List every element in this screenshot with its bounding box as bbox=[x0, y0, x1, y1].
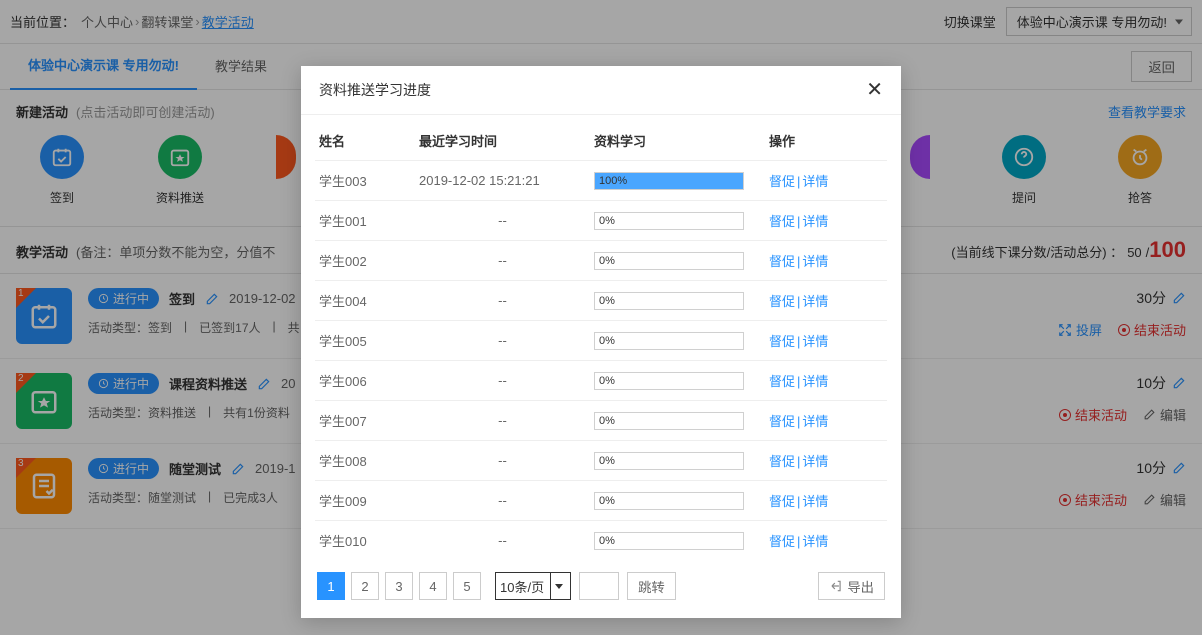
modal-body: 姓名 最近学习时间 资料学习 操作 学生0032019-12-02 15:21:… bbox=[301, 115, 901, 618]
urge-link[interactable]: 督促 bbox=[769, 494, 795, 509]
cell-progress: 0% bbox=[590, 401, 765, 441]
chevron-down-icon bbox=[550, 573, 566, 599]
progress-table: 姓名 最近学习时间 资料学习 操作 学生0032019-12-02 15:21:… bbox=[315, 121, 887, 560]
cell-ops: 督促|详情 bbox=[765, 241, 887, 281]
table-row: 学生007--0%督促|详情 bbox=[315, 401, 887, 441]
th-name: 姓名 bbox=[315, 121, 415, 161]
page-5[interactable]: 5 bbox=[453, 572, 481, 600]
cell-ops: 督促|详情 bbox=[765, 201, 887, 241]
cell-ops: 督促|详情 bbox=[765, 321, 887, 361]
table-row: 学生009--0%督促|详情 bbox=[315, 481, 887, 521]
table-row: 学生006--0%督促|详情 bbox=[315, 361, 887, 401]
progress-modal: 资料推送学习进度 ✕ 姓名 最近学习时间 资料学习 操作 学生0032019-1… bbox=[301, 66, 901, 618]
cell-time: -- bbox=[415, 521, 590, 561]
detail-link[interactable]: 详情 bbox=[802, 214, 828, 229]
cell-progress: 0% bbox=[590, 521, 765, 561]
urge-link[interactable]: 督促 bbox=[769, 534, 795, 549]
cell-time: -- bbox=[415, 241, 590, 281]
cell-time: -- bbox=[415, 281, 590, 321]
page-size-select[interactable]: 10条/页 bbox=[495, 572, 571, 600]
page-1[interactable]: 1 bbox=[317, 572, 345, 600]
cell-name: 学生009 bbox=[315, 481, 415, 521]
cell-name: 学生005 bbox=[315, 321, 415, 361]
urge-link[interactable]: 督促 bbox=[769, 334, 795, 349]
detail-link[interactable]: 详情 bbox=[802, 414, 828, 429]
cell-time: 2019-12-02 15:21:21 bbox=[415, 161, 590, 201]
th-ops: 操作 bbox=[765, 121, 887, 161]
export-label: 导出 bbox=[847, 577, 874, 596]
page-2[interactable]: 2 bbox=[351, 572, 379, 600]
urge-link[interactable]: 督促 bbox=[769, 214, 795, 229]
cell-progress: 0% bbox=[590, 321, 765, 361]
cell-time: -- bbox=[415, 361, 590, 401]
export-button[interactable]: 导出 bbox=[818, 572, 885, 600]
cell-ops: 督促|详情 bbox=[765, 521, 887, 561]
cell-ops: 督促|详情 bbox=[765, 361, 887, 401]
modal-header: 资料推送学习进度 ✕ bbox=[301, 66, 901, 115]
modal-title: 资料推送学习进度 bbox=[319, 80, 431, 100]
cell-progress: 0% bbox=[590, 441, 765, 481]
detail-link[interactable]: 详情 bbox=[802, 294, 828, 309]
cell-time: -- bbox=[415, 481, 590, 521]
cell-name: 学生006 bbox=[315, 361, 415, 401]
cell-name: 学生007 bbox=[315, 401, 415, 441]
cell-ops: 督促|详情 bbox=[765, 161, 887, 201]
cell-name: 学生008 bbox=[315, 441, 415, 481]
page-input[interactable] bbox=[579, 572, 619, 600]
table-row: 学生0032019-12-02 15:21:21100%督促|详情 bbox=[315, 161, 887, 201]
cell-ops: 督促|详情 bbox=[765, 281, 887, 321]
th-time: 最近学习时间 bbox=[415, 121, 590, 161]
cell-name: 学生003 bbox=[315, 161, 415, 201]
cell-name: 学生010 bbox=[315, 521, 415, 561]
cell-time: -- bbox=[415, 201, 590, 241]
urge-link[interactable]: 督促 bbox=[769, 294, 795, 309]
detail-link[interactable]: 详情 bbox=[802, 454, 828, 469]
page-size-value: 10条/页 bbox=[500, 577, 544, 596]
table-row: 学生001--0%督促|详情 bbox=[315, 201, 887, 241]
urge-link[interactable]: 督促 bbox=[769, 254, 795, 269]
cell-progress: 0% bbox=[590, 481, 765, 521]
table-row: 学生002--0%督促|详情 bbox=[315, 241, 887, 281]
urge-link[interactable]: 督促 bbox=[769, 374, 795, 389]
cell-progress: 0% bbox=[590, 201, 765, 241]
cell-ops: 督促|详情 bbox=[765, 401, 887, 441]
table-row: 学生008--0%督促|详情 bbox=[315, 441, 887, 481]
table-row: 学生004--0%督促|详情 bbox=[315, 281, 887, 321]
th-progress: 资料学习 bbox=[590, 121, 765, 161]
detail-link[interactable]: 详情 bbox=[802, 374, 828, 389]
cell-time: -- bbox=[415, 321, 590, 361]
export-icon bbox=[829, 579, 843, 593]
detail-link[interactable]: 详情 bbox=[802, 334, 828, 349]
detail-link[interactable]: 详情 bbox=[802, 174, 828, 189]
jump-button[interactable]: 跳转 bbox=[627, 572, 676, 600]
cell-time: -- bbox=[415, 441, 590, 481]
cell-name: 学生001 bbox=[315, 201, 415, 241]
urge-link[interactable]: 督促 bbox=[769, 414, 795, 429]
cell-ops: 督促|详情 bbox=[765, 441, 887, 481]
close-icon[interactable]: ✕ bbox=[866, 80, 883, 100]
detail-link[interactable]: 详情 bbox=[802, 254, 828, 269]
modal-overlay: 资料推送学习进度 ✕ 姓名 最近学习时间 资料学习 操作 学生0032019-1… bbox=[0, 0, 1202, 635]
cell-time: -- bbox=[415, 401, 590, 441]
urge-link[interactable]: 督促 bbox=[769, 174, 795, 189]
pagination: 12345 10条/页 跳转 导出 bbox=[315, 560, 887, 604]
page-4[interactable]: 4 bbox=[419, 572, 447, 600]
cell-progress: 100% bbox=[590, 161, 765, 201]
cell-progress: 0% bbox=[590, 361, 765, 401]
cell-name: 学生002 bbox=[315, 241, 415, 281]
cell-ops: 督促|详情 bbox=[765, 481, 887, 521]
detail-link[interactable]: 详情 bbox=[802, 534, 828, 549]
cell-progress: 0% bbox=[590, 281, 765, 321]
cell-progress: 0% bbox=[590, 241, 765, 281]
table-row: 学生010--0%督促|详情 bbox=[315, 521, 887, 561]
table-row: 学生005--0%督促|详情 bbox=[315, 321, 887, 361]
page-3[interactable]: 3 bbox=[385, 572, 413, 600]
detail-link[interactable]: 详情 bbox=[802, 494, 828, 509]
cell-name: 学生004 bbox=[315, 281, 415, 321]
urge-link[interactable]: 督促 bbox=[769, 454, 795, 469]
